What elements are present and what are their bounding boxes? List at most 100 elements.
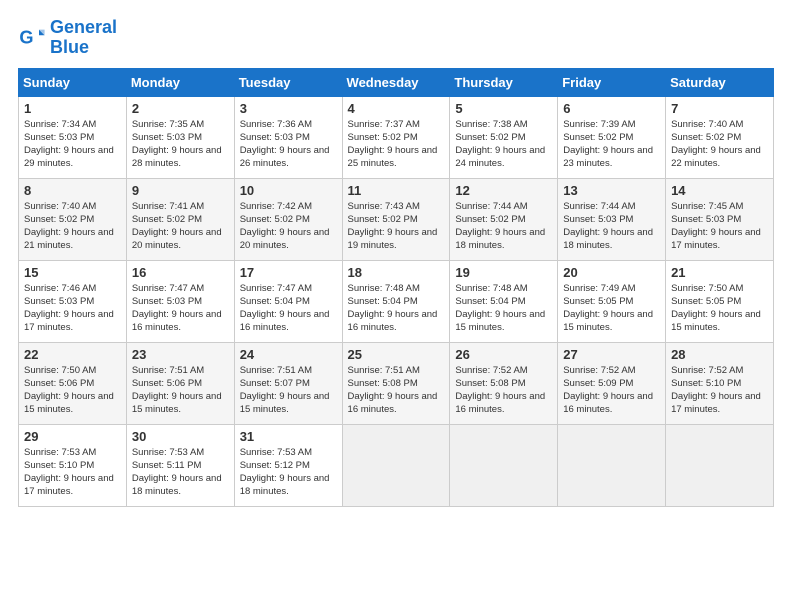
calendar-week-row: 22 Sunrise: 7:50 AMSunset: 5:06 PMDaylig…: [19, 342, 774, 424]
day-number: 20: [563, 265, 660, 280]
day-info: Sunrise: 7:43 AMSunset: 5:02 PMDaylight:…: [348, 200, 445, 253]
day-info: Sunrise: 7:52 AMSunset: 5:10 PMDaylight:…: [671, 364, 768, 417]
day-info: Sunrise: 7:49 AMSunset: 5:05 PMDaylight:…: [563, 282, 660, 335]
day-info: Sunrise: 7:37 AMSunset: 5:02 PMDaylight:…: [348, 118, 445, 171]
calendar-header: SundayMondayTuesdayWednesdayThursdayFrid…: [19, 68, 774, 96]
day-info: Sunrise: 7:44 AMSunset: 5:03 PMDaylight:…: [563, 200, 660, 253]
calendar-day: 30 Sunrise: 7:53 AMSunset: 5:11 PMDaylig…: [126, 424, 234, 506]
day-number: 16: [132, 265, 229, 280]
day-info: Sunrise: 7:52 AMSunset: 5:08 PMDaylight:…: [455, 364, 552, 417]
page: G General Blue SundayMondayTuesdayWednes…: [0, 0, 792, 517]
day-number: 13: [563, 183, 660, 198]
day-number: 9: [132, 183, 229, 198]
calendar-day: 23 Sunrise: 7:51 AMSunset: 5:06 PMDaylig…: [126, 342, 234, 424]
day-info: Sunrise: 7:51 AMSunset: 5:07 PMDaylight:…: [240, 364, 337, 417]
logo-icon: G: [18, 24, 46, 52]
day-info: Sunrise: 7:51 AMSunset: 5:08 PMDaylight:…: [348, 364, 445, 417]
calendar-day: 16 Sunrise: 7:47 AMSunset: 5:03 PMDaylig…: [126, 260, 234, 342]
day-number: 6: [563, 101, 660, 116]
weekday-header: Wednesday: [342, 68, 450, 96]
day-info: Sunrise: 7:50 AMSunset: 5:06 PMDaylight:…: [24, 364, 121, 417]
day-number: 17: [240, 265, 337, 280]
calendar-week-row: 15 Sunrise: 7:46 AMSunset: 5:03 PMDaylig…: [19, 260, 774, 342]
day-info: Sunrise: 7:41 AMSunset: 5:02 PMDaylight:…: [132, 200, 229, 253]
calendar-day: 6 Sunrise: 7:39 AMSunset: 5:02 PMDayligh…: [558, 96, 666, 178]
calendar-body: 1 Sunrise: 7:34 AMSunset: 5:03 PMDayligh…: [19, 96, 774, 506]
calendar-day: 31 Sunrise: 7:53 AMSunset: 5:12 PMDaylig…: [234, 424, 342, 506]
day-info: Sunrise: 7:42 AMSunset: 5:02 PMDaylight:…: [240, 200, 337, 253]
day-number: 15: [24, 265, 121, 280]
day-info: Sunrise: 7:50 AMSunset: 5:05 PMDaylight:…: [671, 282, 768, 335]
day-info: Sunrise: 7:53 AMSunset: 5:11 PMDaylight:…: [132, 446, 229, 499]
calendar-day: 11 Sunrise: 7:43 AMSunset: 5:02 PMDaylig…: [342, 178, 450, 260]
day-number: 19: [455, 265, 552, 280]
day-info: Sunrise: 7:47 AMSunset: 5:03 PMDaylight:…: [132, 282, 229, 335]
day-number: 11: [348, 183, 445, 198]
logo: G General Blue: [18, 18, 117, 58]
day-number: 5: [455, 101, 552, 116]
weekday-header: Tuesday: [234, 68, 342, 96]
calendar-day: 1 Sunrise: 7:34 AMSunset: 5:03 PMDayligh…: [19, 96, 127, 178]
calendar-day: [666, 424, 774, 506]
day-info: Sunrise: 7:48 AMSunset: 5:04 PMDaylight:…: [348, 282, 445, 335]
day-number: 18: [348, 265, 445, 280]
weekday-header: Saturday: [666, 68, 774, 96]
day-info: Sunrise: 7:45 AMSunset: 5:03 PMDaylight:…: [671, 200, 768, 253]
calendar-week-row: 1 Sunrise: 7:34 AMSunset: 5:03 PMDayligh…: [19, 96, 774, 178]
day-info: Sunrise: 7:38 AMSunset: 5:02 PMDaylight:…: [455, 118, 552, 171]
day-number: 29: [24, 429, 121, 444]
day-info: Sunrise: 7:34 AMSunset: 5:03 PMDaylight:…: [24, 118, 121, 171]
day-info: Sunrise: 7:51 AMSunset: 5:06 PMDaylight:…: [132, 364, 229, 417]
calendar-day: 26 Sunrise: 7:52 AMSunset: 5:08 PMDaylig…: [450, 342, 558, 424]
day-number: 22: [24, 347, 121, 362]
day-info: Sunrise: 7:39 AMSunset: 5:02 PMDaylight:…: [563, 118, 660, 171]
header-row: SundayMondayTuesdayWednesdayThursdayFrid…: [19, 68, 774, 96]
calendar-day: 9 Sunrise: 7:41 AMSunset: 5:02 PMDayligh…: [126, 178, 234, 260]
day-number: 26: [455, 347, 552, 362]
calendar-day: [342, 424, 450, 506]
svg-text:G: G: [19, 27, 33, 47]
calendar-day: 28 Sunrise: 7:52 AMSunset: 5:10 PMDaylig…: [666, 342, 774, 424]
calendar-day: 25 Sunrise: 7:51 AMSunset: 5:08 PMDaylig…: [342, 342, 450, 424]
day-number: 27: [563, 347, 660, 362]
header: G General Blue: [18, 18, 774, 58]
calendar-day: 13 Sunrise: 7:44 AMSunset: 5:03 PMDaylig…: [558, 178, 666, 260]
weekday-header: Monday: [126, 68, 234, 96]
calendar-day: 10 Sunrise: 7:42 AMSunset: 5:02 PMDaylig…: [234, 178, 342, 260]
day-info: Sunrise: 7:53 AMSunset: 5:12 PMDaylight:…: [240, 446, 337, 499]
day-number: 25: [348, 347, 445, 362]
day-info: Sunrise: 7:35 AMSunset: 5:03 PMDaylight:…: [132, 118, 229, 171]
day-info: Sunrise: 7:40 AMSunset: 5:02 PMDaylight:…: [671, 118, 768, 171]
calendar-day: 27 Sunrise: 7:52 AMSunset: 5:09 PMDaylig…: [558, 342, 666, 424]
calendar-day: [450, 424, 558, 506]
day-number: 1: [24, 101, 121, 116]
day-number: 3: [240, 101, 337, 116]
day-info: Sunrise: 7:46 AMSunset: 5:03 PMDaylight:…: [24, 282, 121, 335]
day-number: 12: [455, 183, 552, 198]
calendar-day: 22 Sunrise: 7:50 AMSunset: 5:06 PMDaylig…: [19, 342, 127, 424]
calendar-week-row: 8 Sunrise: 7:40 AMSunset: 5:02 PMDayligh…: [19, 178, 774, 260]
calendar-day: 19 Sunrise: 7:48 AMSunset: 5:04 PMDaylig…: [450, 260, 558, 342]
calendar-week-row: 29 Sunrise: 7:53 AMSunset: 5:10 PMDaylig…: [19, 424, 774, 506]
day-number: 14: [671, 183, 768, 198]
day-number: 8: [24, 183, 121, 198]
day-number: 30: [132, 429, 229, 444]
day-info: Sunrise: 7:47 AMSunset: 5:04 PMDaylight:…: [240, 282, 337, 335]
weekday-header: Sunday: [19, 68, 127, 96]
day-number: 24: [240, 347, 337, 362]
calendar-day: 24 Sunrise: 7:51 AMSunset: 5:07 PMDaylig…: [234, 342, 342, 424]
calendar-day: 21 Sunrise: 7:50 AMSunset: 5:05 PMDaylig…: [666, 260, 774, 342]
calendar-day: 17 Sunrise: 7:47 AMSunset: 5:04 PMDaylig…: [234, 260, 342, 342]
weekday-header: Thursday: [450, 68, 558, 96]
calendar-day: 12 Sunrise: 7:44 AMSunset: 5:02 PMDaylig…: [450, 178, 558, 260]
day-number: 23: [132, 347, 229, 362]
day-info: Sunrise: 7:48 AMSunset: 5:04 PMDaylight:…: [455, 282, 552, 335]
day-info: Sunrise: 7:40 AMSunset: 5:02 PMDaylight:…: [24, 200, 121, 253]
day-number: 4: [348, 101, 445, 116]
weekday-header: Friday: [558, 68, 666, 96]
calendar-day: 18 Sunrise: 7:48 AMSunset: 5:04 PMDaylig…: [342, 260, 450, 342]
calendar-table: SundayMondayTuesdayWednesdayThursdayFrid…: [18, 68, 774, 507]
day-info: Sunrise: 7:36 AMSunset: 5:03 PMDaylight:…: [240, 118, 337, 171]
day-number: 7: [671, 101, 768, 116]
day-info: Sunrise: 7:44 AMSunset: 5:02 PMDaylight:…: [455, 200, 552, 253]
